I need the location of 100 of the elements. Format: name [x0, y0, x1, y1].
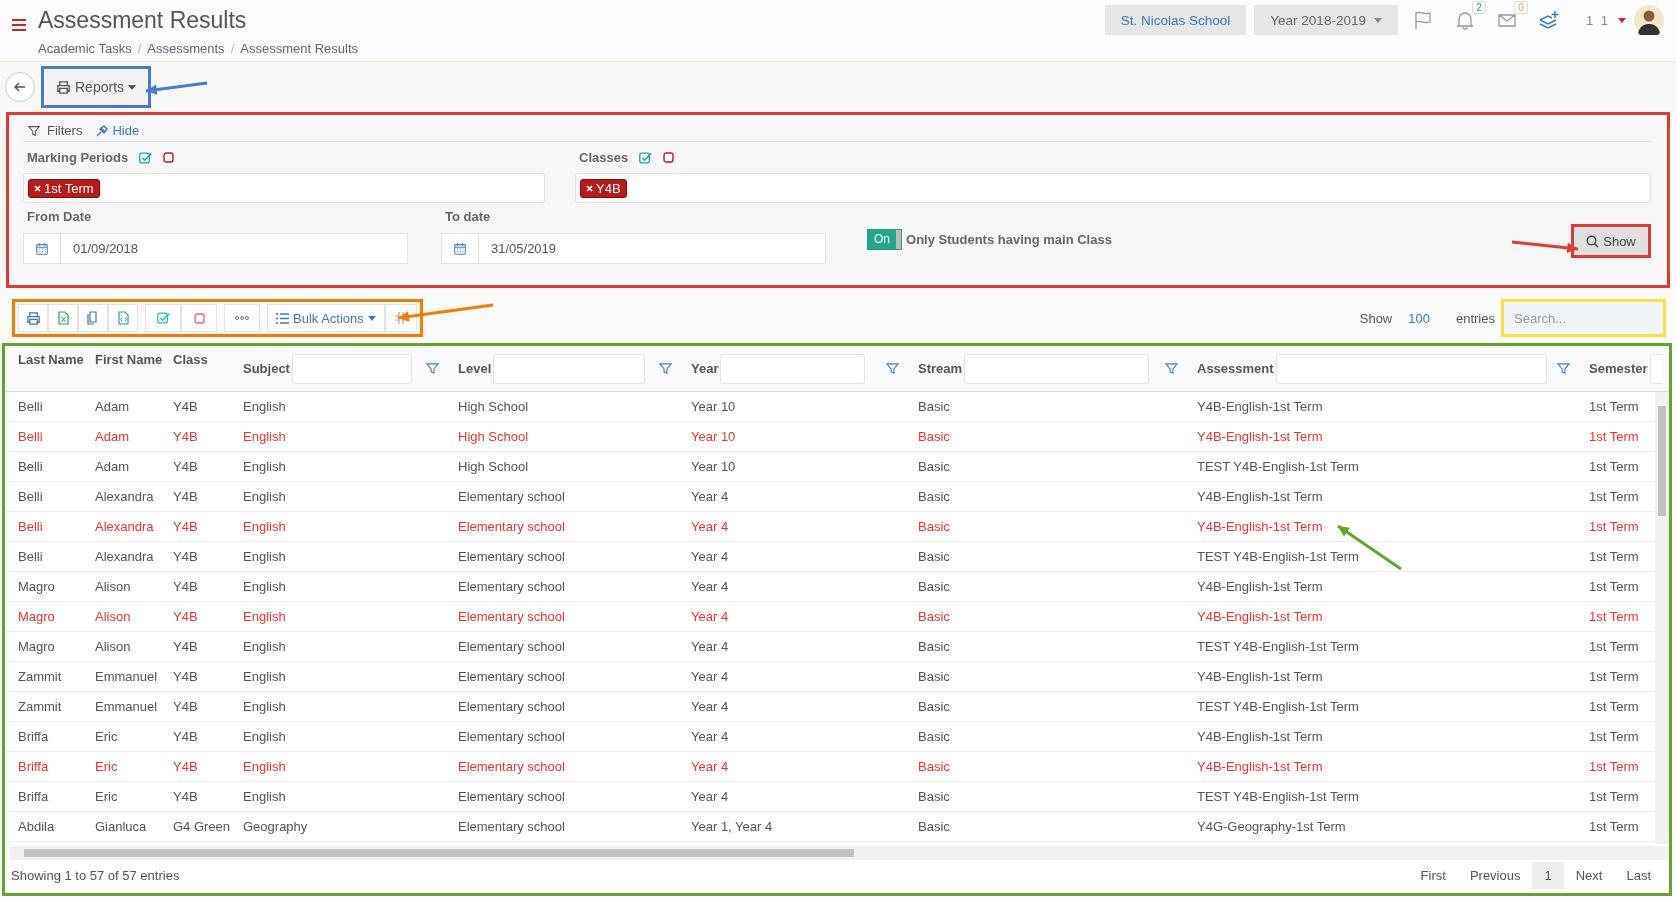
table-cell-text: Emmanuel	[94, 669, 159, 684]
table-cell-text: Y4B	[172, 729, 199, 744]
entries-label: entries	[1455, 310, 1495, 326]
remove-icon[interactable]	[34, 184, 41, 192]
search-field[interactable]: Search...	[1501, 299, 1666, 337]
pagination-button[interactable]: 1	[1532, 861, 1564, 889]
pagination-button[interactable]: Last	[1614, 861, 1663, 889]
deselect-all-button[interactable]	[181, 304, 217, 332]
user-avatar[interactable]	[1634, 5, 1664, 35]
table-cell-text: English	[242, 699, 287, 714]
caret-icon[interactable]	[1618, 17, 1626, 23]
breadcrumb-separator: /	[137, 41, 142, 56]
marking-periods-field[interactable]: 1st Term	[23, 173, 545, 203]
table-cell-text: English	[242, 669, 287, 684]
table-cell-text: Alexandra	[94, 489, 155, 504]
column-filter-field[interactable]	[720, 353, 866, 384]
table-cell-text: Y4B	[172, 459, 199, 474]
table-cell-text: Basic	[917, 489, 951, 504]
table-cell-text: English	[242, 459, 287, 474]
filter-icon	[1556, 361, 1571, 376]
table-cell-text: Basic	[917, 579, 951, 594]
table-cell-text: Eric	[94, 729, 119, 744]
table-cell-text: Year 10	[690, 399, 737, 414]
column-header[interactable]: Year	[691, 361, 719, 376]
user-name[interactable]: 1 1	[1585, 12, 1610, 28]
excel-export-button[interactable]	[48, 304, 78, 332]
show-button[interactable]: Show	[1571, 224, 1651, 258]
table-cell-text: Adam	[94, 399, 130, 414]
column-header[interactable]: Subject	[243, 361, 290, 376]
table-cell-text: 1st Term	[1588, 399, 1640, 414]
date-field[interactable]: 31/05/2019	[441, 233, 826, 264]
table-cell-text: English	[242, 519, 287, 534]
search-icon	[1586, 234, 1600, 248]
column-header[interactable]: First Name	[95, 352, 163, 367]
column-header[interactable]: Level	[458, 361, 492, 376]
pagination-button[interactable]: First	[1408, 861, 1458, 889]
year-selector[interactable]: Year 2018-2019	[1254, 5, 1398, 35]
menu-icon[interactable]	[12, 19, 26, 31]
table-cell-text: Briffa	[17, 789, 50, 804]
table-cell-text: Y4B	[172, 699, 199, 714]
table-cell-text: Gianluca	[94, 819, 148, 834]
column-filter-field[interactable]	[964, 353, 1150, 384]
breadcrumb-link[interactable]: Academic Tasks	[38, 41, 132, 56]
layers-plus-icon[interactable]	[1537, 10, 1560, 30]
horizontal-scrollbar[interactable]	[10, 846, 1669, 860]
column-header[interactable]: Assessment	[1197, 361, 1274, 376]
selected-tag[interactable]: Y4B	[580, 178, 627, 198]
remove-icon[interactable]	[586, 184, 593, 192]
table-cell-text: Adam	[94, 459, 130, 474]
table-cell-text: Y4B	[172, 759, 199, 774]
table-cell-text: Basic	[917, 459, 951, 474]
bulk-actions-button[interactable]: Bulk Actions	[267, 304, 385, 332]
column-header[interactable]: Last Name	[18, 352, 84, 367]
back-button[interactable]	[5, 72, 35, 102]
filter-icon	[425, 361, 440, 376]
table-cell-text: Magro	[17, 639, 56, 654]
hide-link[interactable]: Hide	[112, 123, 140, 138]
column-header[interactable]: Class	[173, 352, 208, 367]
table-cell-text: Elementary school	[457, 519, 566, 534]
selected-tag[interactable]: 1st Term	[28, 178, 100, 198]
column-filter-field[interactable]	[291, 353, 412, 384]
breadcrumb-link[interactable]: Assessment Results	[240, 41, 358, 56]
column-filter-field[interactable]	[1275, 353, 1547, 384]
page-title: Assessment Results	[38, 9, 248, 32]
table-cell-text: Alexandra	[94, 519, 155, 534]
column-header[interactable]: Stream	[918, 361, 963, 376]
copy-button[interactable]	[78, 304, 108, 332]
table-cell-text: Basic	[917, 759, 951, 774]
column-header[interactable]: Semester	[1589, 361, 1648, 376]
breadcrumb-link[interactable]: Assessments	[147, 41, 225, 56]
table-cell-text: TEST Y4B-English-1st Term	[1196, 549, 1360, 564]
table-cell-text: Elementary school	[457, 729, 566, 744]
column-filter-field[interactable]	[493, 353, 646, 384]
table-cell-text: Y4B	[172, 549, 199, 564]
date-field[interactable]: 01/09/2018	[23, 233, 408, 264]
bell-icon[interactable]	[1454, 10, 1475, 30]
school-selector[interactable]: St. Nicolas School	[1104, 5, 1247, 35]
filter-icon	[27, 123, 41, 138]
vertical-scrollbar[interactable]	[1655, 392, 1669, 844]
pagination-button[interactable]: Previous	[1457, 861, 1533, 889]
classes-field[interactable]: Y4B	[575, 173, 1651, 203]
table-cell-text: Elementary school	[457, 609, 566, 624]
table-cell-text: Y4G-Geography-1st Term	[1196, 819, 1347, 834]
reports-button[interactable]: Reports	[41, 66, 152, 108]
annotation-arrow	[145, 81, 208, 95]
export-button[interactable]	[108, 304, 138, 332]
select-all-icon	[138, 150, 153, 165]
print-button[interactable]	[18, 304, 48, 332]
table-cell-text: Year 4	[690, 639, 730, 654]
more-button[interactable]	[224, 304, 260, 332]
table-cell-text: Basic	[917, 609, 951, 624]
table-cell-text: Elementary school	[457, 669, 566, 684]
pagination-button[interactable]: Next	[1563, 861, 1615, 889]
excel-file-icon	[56, 311, 70, 325]
select-all-button[interactable]	[145, 304, 181, 332]
page-size-selector[interactable]: 100	[1408, 310, 1430, 326]
flag-icon[interactable]	[1412, 10, 1433, 30]
table-cell-text: Y4B	[172, 399, 199, 414]
table-cell-text: Belli	[17, 399, 44, 414]
table-cell-text: Elementary school	[457, 759, 566, 774]
